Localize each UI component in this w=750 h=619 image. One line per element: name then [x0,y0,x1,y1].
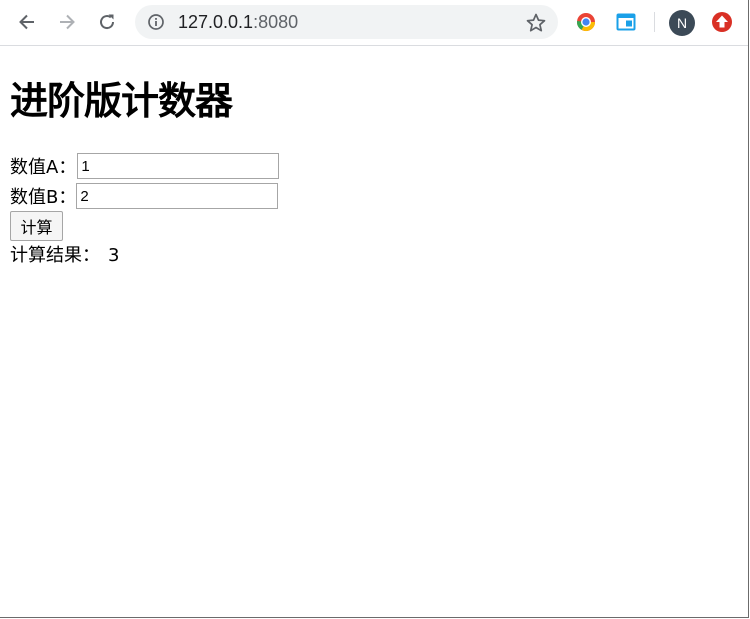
result-line: 计算结果： 3 [10,243,119,269]
forward-button[interactable] [53,8,81,36]
field-b-row: 数值B： [10,182,279,210]
page-title: 进阶版计数器 [10,79,233,123]
arrow-right-icon [60,14,75,30]
chrome-extension-icon[interactable] [575,11,597,33]
field-a-row: 数值A： [10,152,280,180]
result-value: 3 [108,245,120,266]
browser-toolbar: 127.0.0.1:8080 N [0,0,749,46]
url-port: :8080 [253,12,299,32]
field-a-input[interactable] [77,153,280,179]
info-icon[interactable] [147,13,165,31]
address-bar[interactable]: 127.0.0.1:8080 [135,5,558,39]
reload-icon [100,14,115,30]
toolbar-divider [654,12,655,32]
bookmark-star-icon[interactable] [525,12,547,34]
upload-extension-icon[interactable] [711,11,733,33]
profile-avatar[interactable]: N [669,10,695,36]
avatar-initial: N [676,15,688,31]
url-text[interactable]: 127.0.0.1:8080 [178,10,298,34]
field-b-label: 数值B： [10,187,77,208]
url-host: 127.0.0.1 [178,12,254,32]
screen-extension-icon[interactable] [615,11,637,33]
arrow-left-icon [19,14,34,30]
calculate-button[interactable]: 计算 [10,211,63,241]
page-content: 进阶版计数器 数值A： 数值B： 计算 计算结果： 3 [10,45,750,619]
field-a-label: 数值A： [10,157,77,178]
result-label: 计算结果： [10,245,100,266]
back-button[interactable] [13,8,41,36]
field-b-input[interactable] [76,183,279,209]
reload-button[interactable] [93,8,121,36]
